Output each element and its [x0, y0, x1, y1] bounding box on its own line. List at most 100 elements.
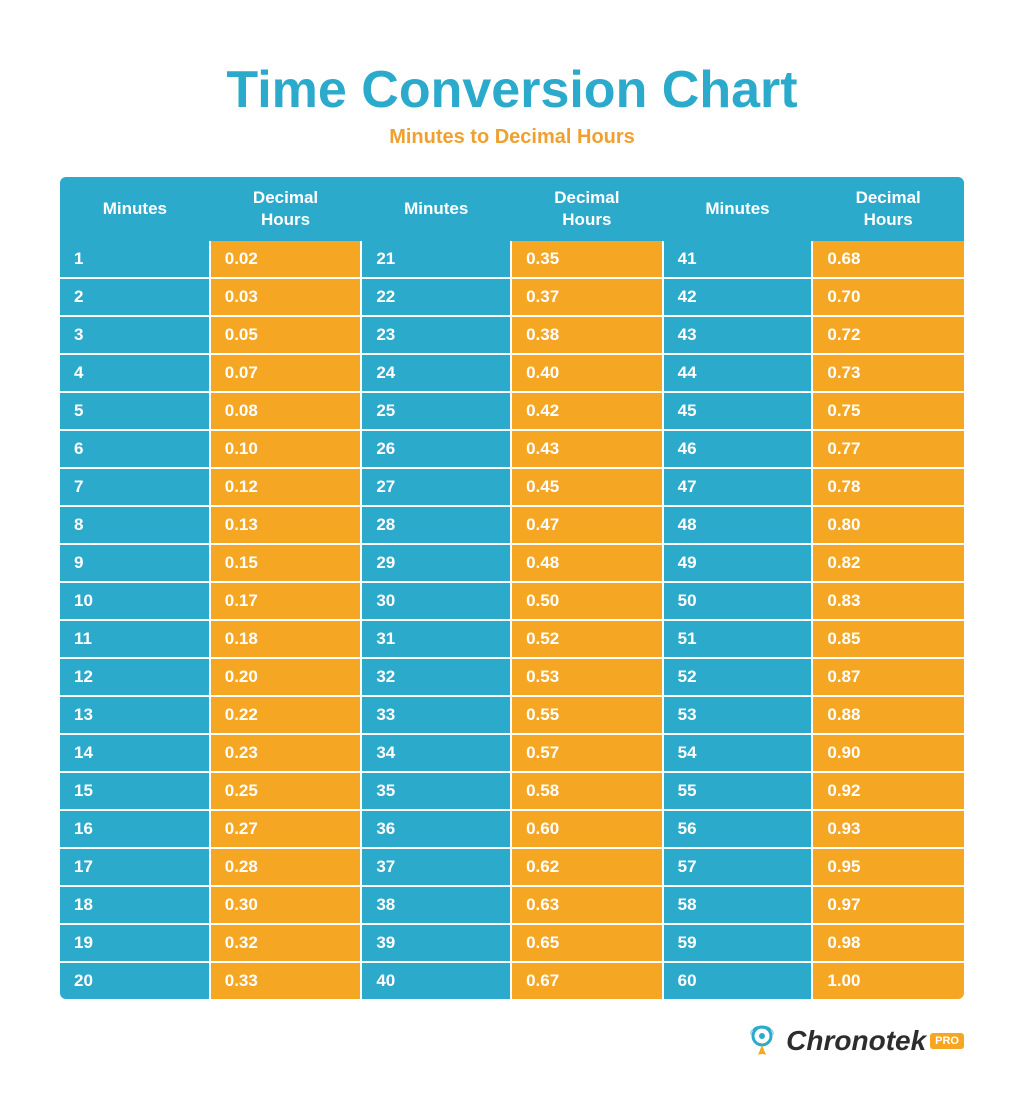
minutes-cell: 21 — [361, 241, 511, 278]
decimal-cell: 0.53 — [511, 658, 663, 696]
decimal-cell: 0.88 — [812, 696, 964, 734]
minutes-cell: 49 — [663, 544, 813, 582]
decimal-cell: 0.20 — [210, 658, 362, 696]
logo-area: Chronotek PRO — [60, 1023, 964, 1059]
decimal-cell: 0.87 — [812, 658, 964, 696]
minutes-cell: 38 — [361, 886, 511, 924]
minutes-cell: 51 — [663, 620, 813, 658]
table-row: 200.33400.67601.00 — [60, 962, 964, 999]
logo-text: Chronotek — [786, 1025, 926, 1057]
decimal-cell: 0.07 — [210, 354, 362, 392]
minutes-cell: 58 — [663, 886, 813, 924]
minutes-cell: 17 — [60, 848, 210, 886]
minutes-cell: 32 — [361, 658, 511, 696]
table-row: 60.10260.43460.77 — [60, 430, 964, 468]
minutes-cell: 28 — [361, 506, 511, 544]
minutes-cell: 36 — [361, 810, 511, 848]
chronotek-logo-icon — [744, 1023, 780, 1059]
minutes-cell: 40 — [361, 962, 511, 999]
decimal-cell: 0.22 — [210, 696, 362, 734]
decimal-cell: 0.18 — [210, 620, 362, 658]
decimal-cell: 0.40 — [511, 354, 663, 392]
decimal-cell: 1.00 — [812, 962, 964, 999]
decimal-cell: 0.70 — [812, 278, 964, 316]
decimal-cell: 0.67 — [511, 962, 663, 999]
decimal-cell: 0.68 — [812, 241, 964, 278]
minutes-cell: 13 — [60, 696, 210, 734]
decimal-cell: 0.60 — [511, 810, 663, 848]
minutes-cell: 30 — [361, 582, 511, 620]
decimal-cell: 0.65 — [511, 924, 663, 962]
decimal-cell: 0.32 — [210, 924, 362, 962]
minutes-cell: 18 — [60, 886, 210, 924]
minutes-cell: 41 — [663, 241, 813, 278]
col-header-minutes-2: Minutes — [361, 177, 511, 241]
decimal-cell: 0.05 — [210, 316, 362, 354]
col-header-decimal-1: DecimalHours — [210, 177, 362, 241]
minutes-cell: 11 — [60, 620, 210, 658]
minutes-cell: 29 — [361, 544, 511, 582]
decimal-cell: 0.35 — [511, 241, 663, 278]
decimal-cell: 0.03 — [210, 278, 362, 316]
minutes-cell: 54 — [663, 734, 813, 772]
decimal-cell: 0.82 — [812, 544, 964, 582]
decimal-cell: 0.37 — [511, 278, 663, 316]
decimal-cell: 0.93 — [812, 810, 964, 848]
decimal-cell: 0.52 — [511, 620, 663, 658]
minutes-cell: 55 — [663, 772, 813, 810]
minutes-cell: 14 — [60, 734, 210, 772]
decimal-cell: 0.73 — [812, 354, 964, 392]
decimal-cell: 0.13 — [210, 506, 362, 544]
decimal-cell: 0.90 — [812, 734, 964, 772]
decimal-cell: 0.62 — [511, 848, 663, 886]
page-subtitle: Minutes to Decimal Hours — [389, 126, 635, 149]
minutes-cell: 19 — [60, 924, 210, 962]
decimal-cell: 0.78 — [812, 468, 964, 506]
table-row: 70.12270.45470.78 — [60, 468, 964, 506]
minutes-cell: 43 — [663, 316, 813, 354]
decimal-cell: 0.28 — [210, 848, 362, 886]
minutes-cell: 26 — [361, 430, 511, 468]
decimal-cell: 0.63 — [511, 886, 663, 924]
col-header-minutes-1: Minutes — [60, 177, 210, 241]
page-title: Time Conversion Chart — [226, 60, 797, 120]
minutes-cell: 1 — [60, 241, 210, 278]
minutes-cell: 59 — [663, 924, 813, 962]
minutes-cell: 56 — [663, 810, 813, 848]
minutes-cell: 15 — [60, 772, 210, 810]
minutes-cell: 44 — [663, 354, 813, 392]
minutes-cell: 37 — [361, 848, 511, 886]
table-row: 160.27360.60560.93 — [60, 810, 964, 848]
table-row: 190.32390.65590.98 — [60, 924, 964, 962]
decimal-cell: 0.15 — [210, 544, 362, 582]
table-row: 100.17300.50500.83 — [60, 582, 964, 620]
minutes-cell: 7 — [60, 468, 210, 506]
decimal-cell: 0.95 — [812, 848, 964, 886]
minutes-cell: 33 — [361, 696, 511, 734]
decimal-cell: 0.97 — [812, 886, 964, 924]
table-row: 110.18310.52510.85 — [60, 620, 964, 658]
minutes-cell: 10 — [60, 582, 210, 620]
decimal-cell: 0.25 — [210, 772, 362, 810]
decimal-cell: 0.38 — [511, 316, 663, 354]
table-row: 130.22330.55530.88 — [60, 696, 964, 734]
minutes-cell: 45 — [663, 392, 813, 430]
minutes-cell: 6 — [60, 430, 210, 468]
minutes-cell: 3 — [60, 316, 210, 354]
col-header-minutes-3: Minutes — [663, 177, 813, 241]
minutes-cell: 9 — [60, 544, 210, 582]
table-row: 170.28370.62570.95 — [60, 848, 964, 886]
table-row: 150.25350.58550.92 — [60, 772, 964, 810]
decimal-cell: 0.58 — [511, 772, 663, 810]
decimal-cell: 0.43 — [511, 430, 663, 468]
table-row: 20.03220.37420.70 — [60, 278, 964, 316]
table-row: 140.23340.57540.90 — [60, 734, 964, 772]
decimal-cell: 0.77 — [812, 430, 964, 468]
minutes-cell: 20 — [60, 962, 210, 999]
minutes-cell: 5 — [60, 392, 210, 430]
minutes-cell: 35 — [361, 772, 511, 810]
decimal-cell: 0.75 — [812, 392, 964, 430]
decimal-cell: 0.92 — [812, 772, 964, 810]
table-row: 10.02210.35410.68 — [60, 241, 964, 278]
decimal-cell: 0.02 — [210, 241, 362, 278]
